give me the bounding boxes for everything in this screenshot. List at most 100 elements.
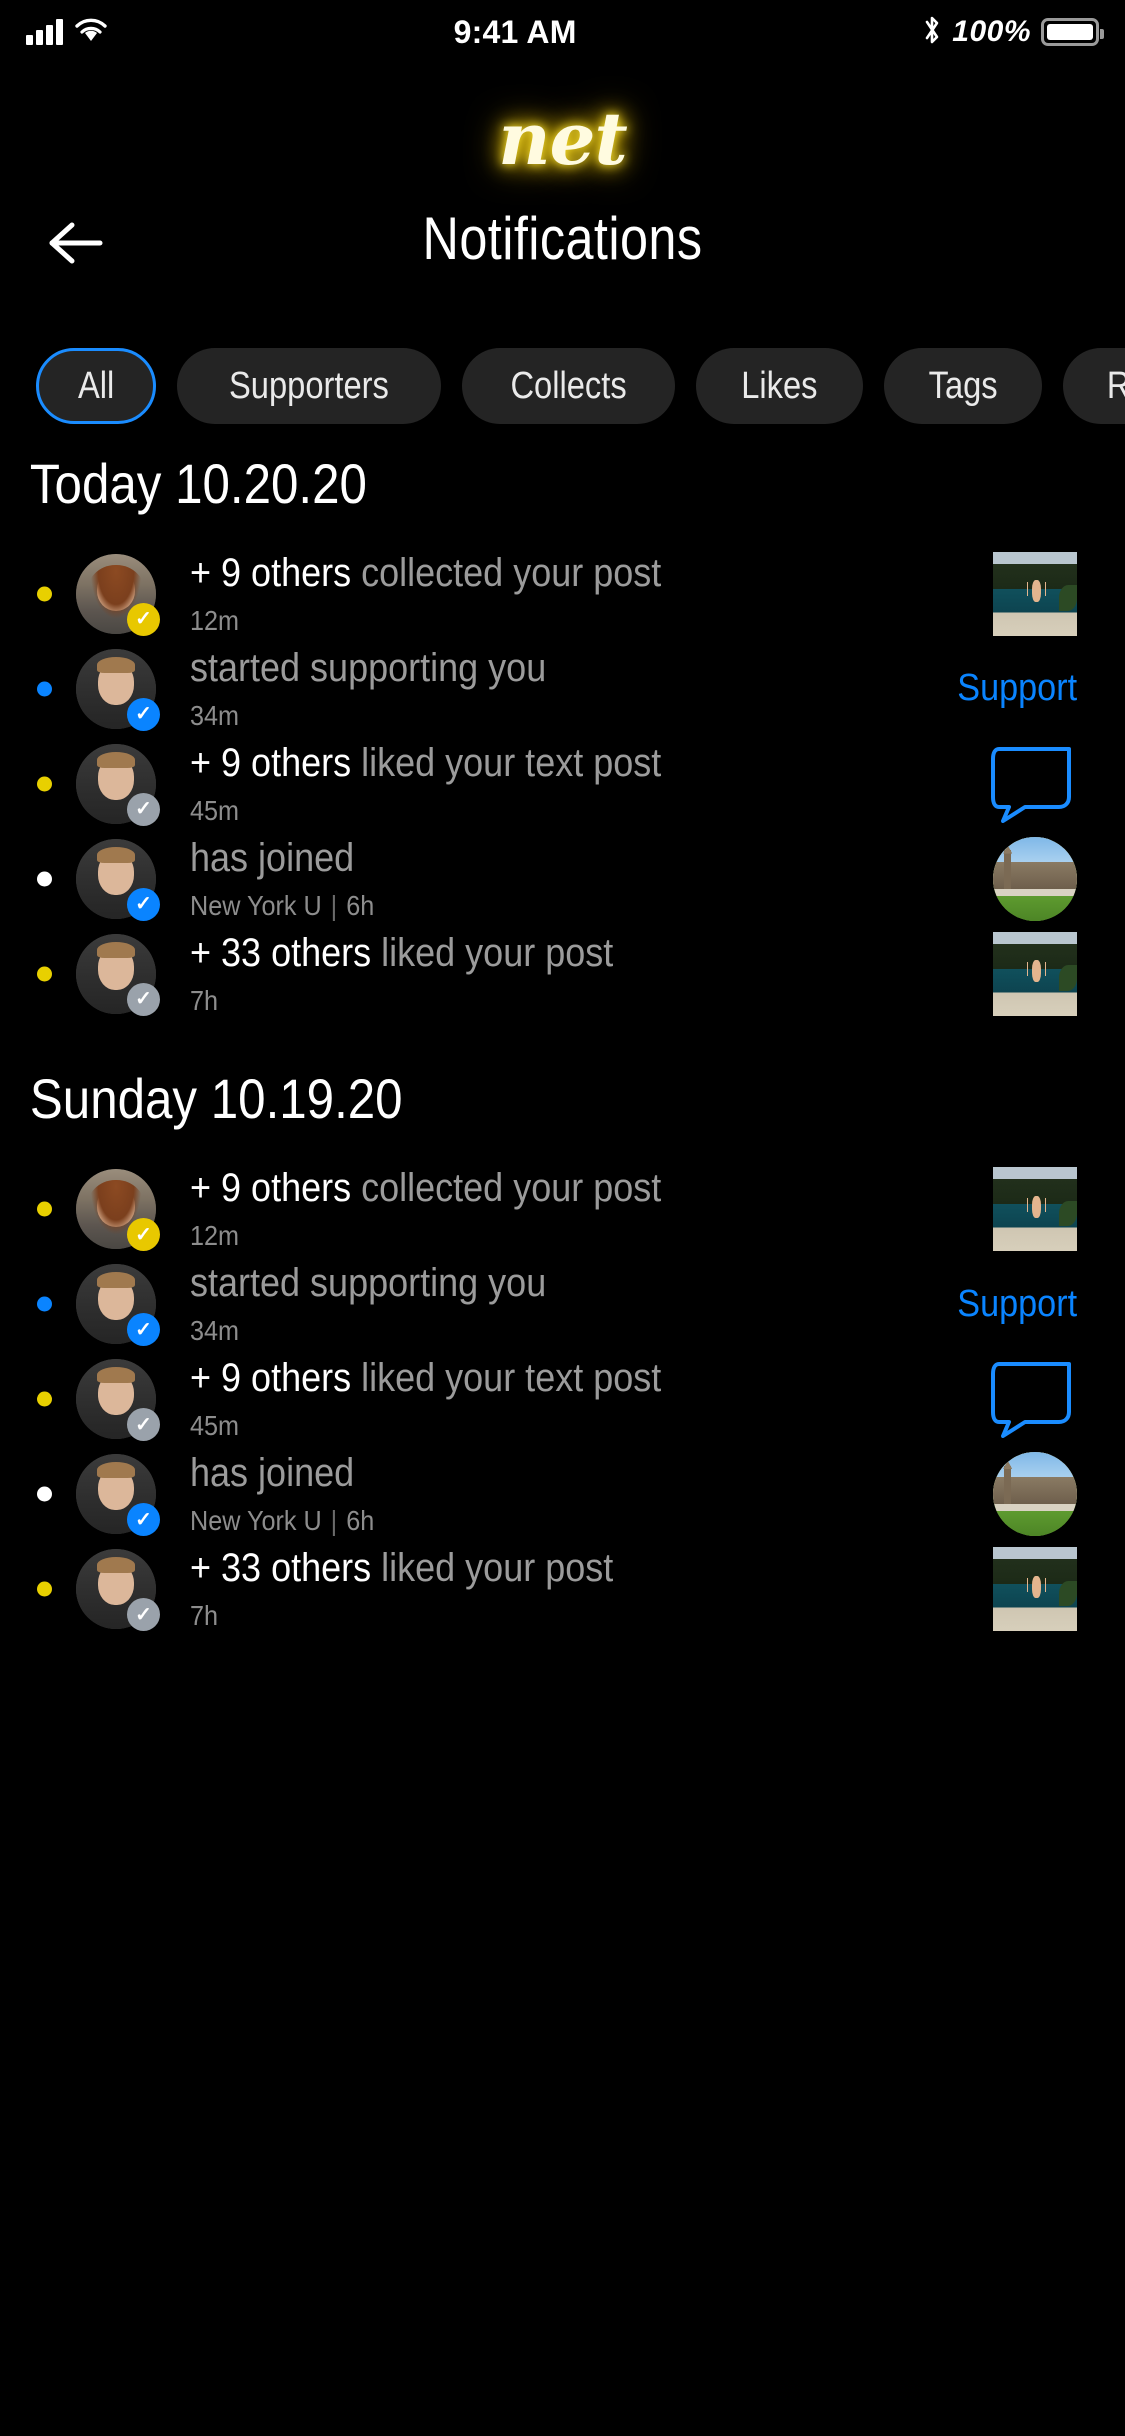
unread-dot bbox=[37, 586, 52, 602]
group-thumbnail[interactable] bbox=[993, 836, 1077, 921]
notification-timestamp: 6h bbox=[346, 1505, 375, 1537]
notification-row[interactable]: ✓ + 9 others collected your post 12m bbox=[0, 1162, 1125, 1257]
row-trailing: Support bbox=[944, 648, 1077, 730]
filter-chip-likes[interactable]: Likes bbox=[696, 348, 863, 424]
row-trailing bbox=[987, 1358, 1077, 1440]
notification-meta: 12m bbox=[190, 1220, 661, 1252]
notification-row[interactable]: ✓ started supporting you 34m Support bbox=[0, 1257, 1125, 1352]
avatar[interactable]: ✓ bbox=[76, 553, 160, 636]
row-text: + 33 others liked your post 7h bbox=[190, 1546, 660, 1632]
meta-separator: | bbox=[330, 889, 338, 921]
post-thumbnail[interactable] bbox=[993, 931, 1077, 1016]
status-bar-left bbox=[26, 17, 108, 48]
post-thumbnail[interactable] bbox=[993, 1547, 1077, 1632]
filter-chip-label: All bbox=[77, 364, 115, 407]
notification-actors: + 33 others bbox=[190, 930, 382, 975]
avatar[interactable]: ✓ bbox=[76, 743, 160, 826]
notification-meta: 7h bbox=[190, 1600, 613, 1632]
group-thumbnail[interactable] bbox=[993, 1452, 1077, 1537]
check-badge-icon: ✓ bbox=[127, 602, 160, 636]
row-text: started supporting you 34m bbox=[190, 1261, 586, 1347]
notification-place: New York U bbox=[190, 1505, 322, 1537]
post-thumbnail[interactable] bbox=[993, 1167, 1077, 1252]
filter-chip-all[interactable]: All bbox=[36, 348, 157, 424]
notifications-screen: 9:41 AM 100% net Notifications All Suppo… bbox=[0, 0, 1125, 2436]
avatar[interactable]: ✓ bbox=[76, 1549, 160, 1632]
status-bar-center: 9:41 AM bbox=[108, 14, 922, 51]
notification-meta: 45m bbox=[190, 795, 661, 827]
notification-title: + 33 others liked your post bbox=[190, 1546, 613, 1590]
notification-meta: 34m bbox=[190, 700, 546, 732]
notification-actors: + 33 others bbox=[190, 1546, 382, 1591]
notification-list: Today 10.20.20 ✓ + 9 others collected your… bbox=[0, 452, 1125, 1637]
notification-row[interactable]: ✓ + 9 others liked your text post 45m bbox=[0, 736, 1125, 831]
notification-row[interactable]: ✓ started supporting you 34m Support bbox=[0, 641, 1125, 736]
comment-bubble-icon[interactable] bbox=[991, 745, 1077, 823]
status-bar: 9:41 AM 100% bbox=[0, 0, 1125, 64]
comment-bubble-icon[interactable] bbox=[991, 1360, 1077, 1439]
avatar[interactable]: ✓ bbox=[76, 1169, 160, 1252]
notification-row[interactable]: ✓ has joined New York U | 6h bbox=[0, 831, 1125, 926]
filter-chip-tags[interactable]: Tags bbox=[884, 348, 1043, 424]
filter-chip-replies[interactable]: Rep bbox=[1063, 348, 1125, 424]
filter-chip-collects[interactable]: Collects bbox=[462, 348, 676, 424]
post-thumbnail[interactable] bbox=[993, 551, 1077, 636]
avatar[interactable]: ✓ bbox=[76, 933, 160, 1016]
filter-chip-label: Tags bbox=[928, 364, 998, 407]
unread-dot bbox=[37, 1201, 52, 1217]
notification-meta: New York U | 6h bbox=[190, 890, 374, 922]
wifi-icon bbox=[74, 17, 108, 48]
check-badge-icon: ✓ bbox=[127, 1598, 160, 1632]
nav-bar: Notifications bbox=[0, 202, 1125, 288]
notification-title: + 33 others liked your post bbox=[190, 931, 613, 975]
support-button[interactable]: Support bbox=[957, 667, 1077, 710]
row-trailing bbox=[987, 1547, 1077, 1632]
filter-chip-supporters[interactable]: Supporters bbox=[177, 348, 442, 424]
pool-photo bbox=[993, 1167, 1077, 1252]
pool-photo bbox=[993, 1547, 1077, 1632]
unread-dot bbox=[37, 681, 52, 697]
notification-action: collected your post bbox=[361, 550, 662, 595]
bluetooth-icon bbox=[922, 14, 942, 51]
avatar[interactable]: ✓ bbox=[76, 1454, 160, 1537]
filter-chip-row[interactable]: All Supporters Collects Likes Tags Rep bbox=[0, 338, 1125, 434]
row-text: + 9 others collected your post 12m bbox=[190, 551, 714, 637]
row-trailing: Support bbox=[944, 1263, 1077, 1345]
unread-dot bbox=[37, 966, 52, 982]
notification-timestamp: 34m bbox=[190, 1315, 240, 1347]
notification-row[interactable]: ✓ + 33 others liked your post 7h bbox=[0, 926, 1125, 1021]
row-text: has joined New York U | 6h bbox=[190, 836, 395, 922]
notification-action: has joined bbox=[190, 835, 355, 880]
avatar[interactable]: ✓ bbox=[76, 648, 160, 731]
verified-badge-icon: ✓ bbox=[127, 1503, 160, 1537]
notification-title: + 9 others collected your post bbox=[190, 1166, 661, 1210]
notification-row[interactable]: ✓ has joined New York U | 6h bbox=[0, 1447, 1125, 1542]
campus-photo bbox=[993, 1452, 1077, 1537]
support-button[interactable]: Support bbox=[957, 1283, 1077, 1326]
battery-percent: 100% bbox=[952, 15, 1031, 48]
verified-badge-icon: ✓ bbox=[127, 887, 160, 921]
battery-full-icon bbox=[1041, 18, 1104, 46]
avatar[interactable]: ✓ bbox=[76, 1264, 160, 1347]
notification-row[interactable]: ✓ + 9 others collected your post 12m bbox=[0, 546, 1125, 641]
notification-title: has joined bbox=[190, 836, 374, 880]
notification-action: started supporting you bbox=[190, 645, 547, 690]
notification-action: liked your post bbox=[381, 1546, 614, 1591]
row-trailing bbox=[987, 551, 1077, 636]
notification-timestamp: 34m bbox=[190, 699, 240, 731]
avatar[interactable]: ✓ bbox=[76, 838, 160, 921]
check-badge-icon: ✓ bbox=[127, 1218, 160, 1252]
notification-action: liked your text post bbox=[361, 1356, 662, 1401]
notification-timestamp: 12m bbox=[190, 604, 240, 636]
check-badge-icon: ✓ bbox=[127, 1408, 160, 1442]
notification-timestamp: 7h bbox=[190, 984, 219, 1016]
pool-photo bbox=[993, 931, 1077, 1016]
notification-action: collected your post bbox=[361, 1166, 662, 1211]
row-trailing bbox=[987, 931, 1077, 1016]
notification-row[interactable]: ✓ + 33 others liked your post 7h bbox=[0, 1542, 1125, 1637]
notification-row[interactable]: ✓ + 9 others liked your text post 45m bbox=[0, 1352, 1125, 1447]
row-text: + 9 others liked your text post 45m bbox=[190, 741, 714, 827]
meta-separator: | bbox=[330, 1505, 338, 1537]
avatar[interactable]: ✓ bbox=[76, 1359, 160, 1442]
filter-chip-label: Supporters bbox=[229, 364, 390, 407]
